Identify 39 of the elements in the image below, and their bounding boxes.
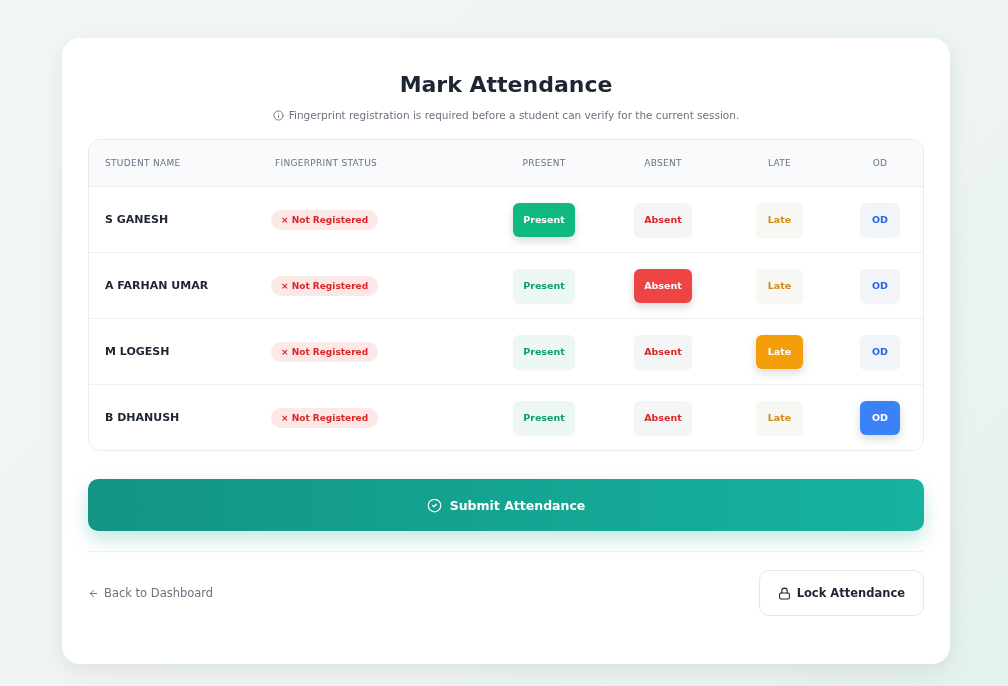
student-name: B DHANUSH: [104, 411, 181, 424]
status-badge: × Not Registered: [271, 407, 379, 428]
status-badge: × Not Registered: [271, 275, 379, 296]
page-title: Mark Attendance: [398, 72, 614, 97]
status-badge: × Not Registered: [271, 341, 379, 362]
student-name: A FARHAN UMAR: [104, 279, 210, 292]
od-button[interactable]: OD: [860, 202, 900, 237]
late-button[interactable]: Late: [755, 334, 804, 369]
late-button[interactable]: Late: [755, 268, 804, 303]
student-name: M LOGESH: [104, 345, 171, 358]
od-button[interactable]: OD: [860, 334, 900, 369]
notice-text: Fingerprint registration is required before a student can verify for the current session.: [288, 109, 740, 121]
back-link[interactable]: Back to Dashboard: [88, 586, 214, 600]
check-circle-icon: [426, 497, 442, 513]
column-header: ABSENT: [643, 158, 683, 168]
present-button[interactable]: Present: [513, 334, 575, 369]
column-header: OD: [871, 158, 889, 168]
info-icon: [272, 109, 284, 121]
column-header: STUDENT NAME: [104, 158, 182, 168]
absent-button[interactable]: Absent: [634, 400, 692, 435]
late-button[interactable]: Late: [755, 202, 804, 237]
od-button[interactable]: OD: [860, 400, 900, 435]
column-header: PRESENT: [521, 158, 567, 168]
od-button[interactable]: OD: [860, 268, 900, 303]
status-badge: × Not Registered: [271, 209, 379, 230]
column-header: LATE: [766, 158, 793, 168]
present-button[interactable]: Present: [513, 400, 575, 435]
absent-button[interactable]: Absent: [634, 334, 692, 369]
present-button[interactable]: Present: [513, 202, 575, 237]
student-name: S GANESH: [104, 213, 170, 226]
lock-button[interactable]: Lock Attendance: [758, 570, 924, 616]
lock-icon: [777, 586, 791, 600]
present-button[interactable]: Present: [513, 268, 575, 303]
absent-button[interactable]: Absent: [634, 268, 692, 303]
late-button[interactable]: Late: [755, 400, 804, 435]
column-header: FINGERPRINT STATUS: [274, 158, 379, 168]
absent-button[interactable]: Absent: [634, 202, 692, 237]
submit-button[interactable]: Submit Attendance: [88, 479, 924, 531]
arrow-left-icon: [88, 587, 99, 599]
